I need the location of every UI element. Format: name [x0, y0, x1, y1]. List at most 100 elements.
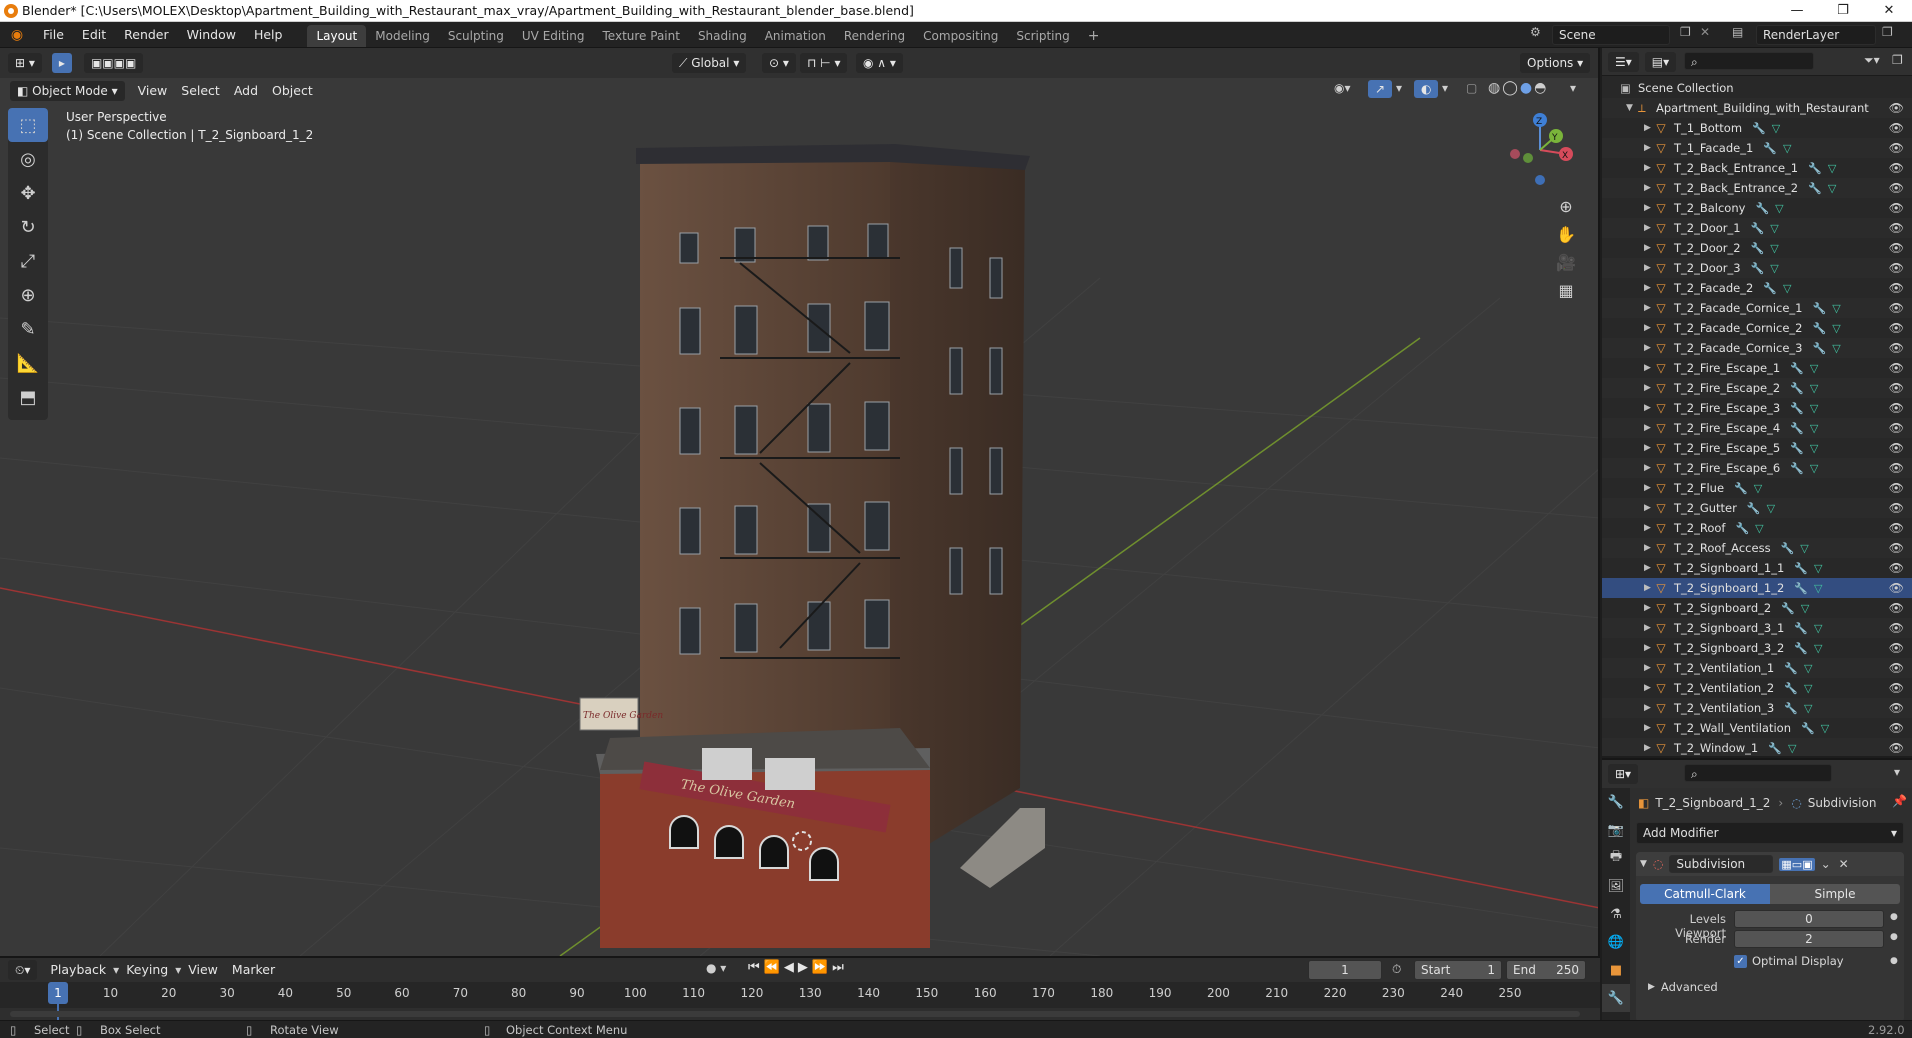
modifier-icon[interactable]: 🔧	[1790, 442, 1804, 455]
tab-sculpting[interactable]: Sculpting	[439, 25, 513, 47]
eye-icon[interactable]: 👁	[1889, 458, 1904, 478]
expand-arrow-icon[interactable]: ▶	[1644, 538, 1651, 558]
expand-arrow-icon[interactable]: ▶	[1644, 458, 1651, 478]
expand-arrow-icon[interactable]: ▶	[1644, 698, 1651, 718]
eye-icon[interactable]: 👁	[1889, 618, 1904, 638]
collection-row[interactable]: ▼ ⟂ Apartment_Building_with_Restaurant 👁	[1602, 98, 1912, 118]
expand-arrow-icon[interactable]: ▶	[1644, 118, 1651, 138]
eye-icon[interactable]: 👁	[1889, 218, 1904, 238]
outliner-item[interactable]: ▶ ▽ T_2_Facade_Cornice_2 🔧 ▽ 👁	[1602, 318, 1912, 338]
tab-uv-editing[interactable]: UV Editing	[513, 25, 594, 47]
modifier-icon[interactable]: 🔧	[1747, 502, 1761, 515]
outliner-item[interactable]: ▶ ▽ T_2_Door_1 🔧 ▽ 👁	[1602, 218, 1912, 238]
expand-arrow-icon[interactable]: ▶	[1644, 618, 1651, 638]
measure-tool-icon[interactable]: 📐	[8, 346, 48, 380]
start-frame-field[interactable]: Start 1	[1414, 960, 1502, 980]
expand-arrow-icon[interactable]: ▶	[1644, 238, 1651, 258]
render-levels-field[interactable]: 2	[1734, 930, 1884, 948]
modifier-icon[interactable]: 🔧	[1812, 322, 1826, 335]
new-scene-icon[interactable]: ❐	[1680, 25, 1691, 39]
expand-arrow-icon[interactable]: ▶	[1644, 598, 1651, 618]
outliner-item[interactable]: ▶ ▽ T_2_Facade_2 🔧 ▽ 👁	[1602, 278, 1912, 298]
viewport-menu-select[interactable]: Select	[174, 80, 227, 102]
modifier-icon[interactable]: 🔧	[1763, 282, 1777, 295]
timeline-scrollbar[interactable]	[10, 1011, 1580, 1017]
blender-menu-icon[interactable]: ◉	[0, 27, 34, 43]
tab-scripting[interactable]: Scripting	[1007, 25, 1078, 47]
modifier-icon[interactable]: 🔧	[1768, 742, 1782, 755]
eye-icon[interactable]: 👁	[1889, 98, 1904, 118]
camera-view-icon[interactable]: 🎥	[1552, 248, 1580, 276]
expand-arrow-icon[interactable]: ▶	[1644, 278, 1651, 298]
mesh-data-icon[interactable]: ▽	[1775, 202, 1783, 215]
outliner-item[interactable]: ▶ ▽ T_2_Fire_Escape_6 🔧 ▽ 👁	[1602, 458, 1912, 478]
outliner-item[interactable]: ▶ ▽ T_2_Signboard_1_2 🔧 ▽ 👁	[1602, 578, 1912, 598]
add-workspace-button[interactable]: +	[1079, 25, 1109, 47]
eye-icon[interactable]: 👁	[1889, 478, 1904, 498]
ortho-grid-icon[interactable]: ▦	[1552, 276, 1580, 304]
tab-compositing[interactable]: Compositing	[914, 25, 1007, 47]
mesh-data-icon[interactable]: ▽	[1770, 222, 1778, 235]
modifier-icon[interactable]: 🔧	[1808, 182, 1822, 195]
modifier-icon[interactable]: 🔧	[1763, 142, 1777, 155]
modifier-icon[interactable]: 🔧	[1755, 202, 1769, 215]
menu-edit[interactable]: Edit	[73, 22, 115, 48]
modifier-icon[interactable]: 🔧	[1751, 242, 1765, 255]
pivot-point-icon[interactable]: ⊙ ▾	[762, 53, 796, 73]
chevron-down-icon[interactable]: ⌄	[1821, 857, 1831, 871]
mesh-data-icon[interactable]: ▽	[1755, 522, 1763, 535]
eye-icon[interactable]: 👁	[1889, 358, 1904, 378]
modifier-icon[interactable]: 🔧	[1790, 382, 1804, 395]
output-tab-icon[interactable]: 🖶	[1602, 844, 1630, 872]
modifier-icon[interactable]: 🔧	[1784, 682, 1798, 695]
modifier-icon[interactable]: 🔧	[1751, 262, 1765, 275]
expand-arrow-icon[interactable]: ▶	[1644, 198, 1651, 218]
modifier-icon[interactable]: 🔧	[1812, 342, 1826, 355]
outliner-item[interactable]: ▶ ▽ T_2_Back_Entrance_1 🔧 ▽ 👁	[1602, 158, 1912, 178]
outliner-item[interactable]: ▶ ▽ T_1_Bottom 🔧 ▽ 👁	[1602, 118, 1912, 138]
tab-rendering[interactable]: Rendering	[835, 25, 914, 47]
outliner-search-input[interactable]: ⌕	[1684, 52, 1814, 70]
outliner-item[interactable]: ▶ ▽ T_2_Door_3 🔧 ▽ 👁	[1602, 258, 1912, 278]
mesh-data-icon[interactable]: ▽	[1754, 482, 1762, 495]
mesh-data-icon[interactable]: ▽	[1800, 542, 1808, 555]
record-icon[interactable]: ● ▾	[706, 961, 726, 975]
gizmo-toggle-icon[interactable]: ↗	[1368, 80, 1393, 98]
mesh-data-icon[interactable]: ▽	[1814, 642, 1822, 655]
eye-icon[interactable]: 👁	[1889, 198, 1904, 218]
outliner-item[interactable]: ▶ ▽ T_2_Signboard_3_2 🔧 ▽ 👁	[1602, 638, 1912, 658]
eye-icon[interactable]: 👁	[1889, 278, 1904, 298]
mesh-data-icon[interactable]: ▽	[1810, 442, 1818, 455]
timeline-menu-view[interactable]: View	[181, 959, 225, 981]
play-icon[interactable]: ▶	[798, 960, 812, 975]
eye-icon[interactable]: 👁	[1889, 598, 1904, 618]
outliner-item[interactable]: ▶ ▽ T_2_Fire_Escape_4 🔧 ▽ 👁	[1602, 418, 1912, 438]
expand-arrow-icon[interactable]: ▶	[1644, 298, 1651, 318]
outliner-item[interactable]: ▶ ▽ T_2_Fire_Escape_1 🔧 ▽ 👁	[1602, 358, 1912, 378]
outliner-item[interactable]: ▶ ▽ T_2_Facade_Cornice_3 🔧 ▽ 👁	[1602, 338, 1912, 358]
modifier-icon[interactable]: 🔧	[1790, 402, 1804, 415]
mesh-data-icon[interactable]: ▽	[1770, 262, 1778, 275]
expand-arrow-icon[interactable]: ▶	[1644, 158, 1651, 178]
expand-arrow-icon[interactable]: ▶	[1644, 718, 1651, 738]
collapse-arrow-icon[interactable]: ▼	[1640, 859, 1647, 869]
expand-arrow-icon[interactable]: ▶	[1644, 378, 1651, 398]
outliner-item[interactable]: ▶ ▽ T_2_Roof_Access 🔧 ▽ 👁	[1602, 538, 1912, 558]
eye-icon[interactable]: 👁	[1889, 338, 1904, 358]
gizmo-dropdown-icon[interactable]: ▾	[1396, 81, 1402, 95]
selection-mode-icons[interactable]: ▣▣▣▣	[83, 53, 144, 73]
viewport-menu-view[interactable]: View	[131, 80, 175, 102]
view-layer-tab-icon[interactable]: 🖼	[1602, 872, 1630, 900]
add-cube-tool-icon[interactable]: ⬒	[8, 380, 48, 414]
modifier-icon[interactable]: 🔧	[1812, 302, 1826, 315]
mesh-data-icon[interactable]: ▽	[1814, 562, 1822, 575]
filter-icon[interactable]: ⏷▾	[1864, 53, 1880, 68]
modifier-icon[interactable]: 🔧	[1801, 722, 1815, 735]
expand-arrow-icon[interactable]: ▼	[1626, 98, 1633, 118]
viewport-menu-add[interactable]: Add	[227, 80, 265, 102]
expand-arrow-icon[interactable]: ▶	[1644, 438, 1651, 458]
eye-icon[interactable]: 👁	[1889, 698, 1904, 718]
modifier-icon[interactable]: 🔧	[1751, 222, 1765, 235]
modifier-icon[interactable]: 🔧	[1794, 642, 1808, 655]
eye-icon[interactable]: 👁	[1889, 298, 1904, 318]
